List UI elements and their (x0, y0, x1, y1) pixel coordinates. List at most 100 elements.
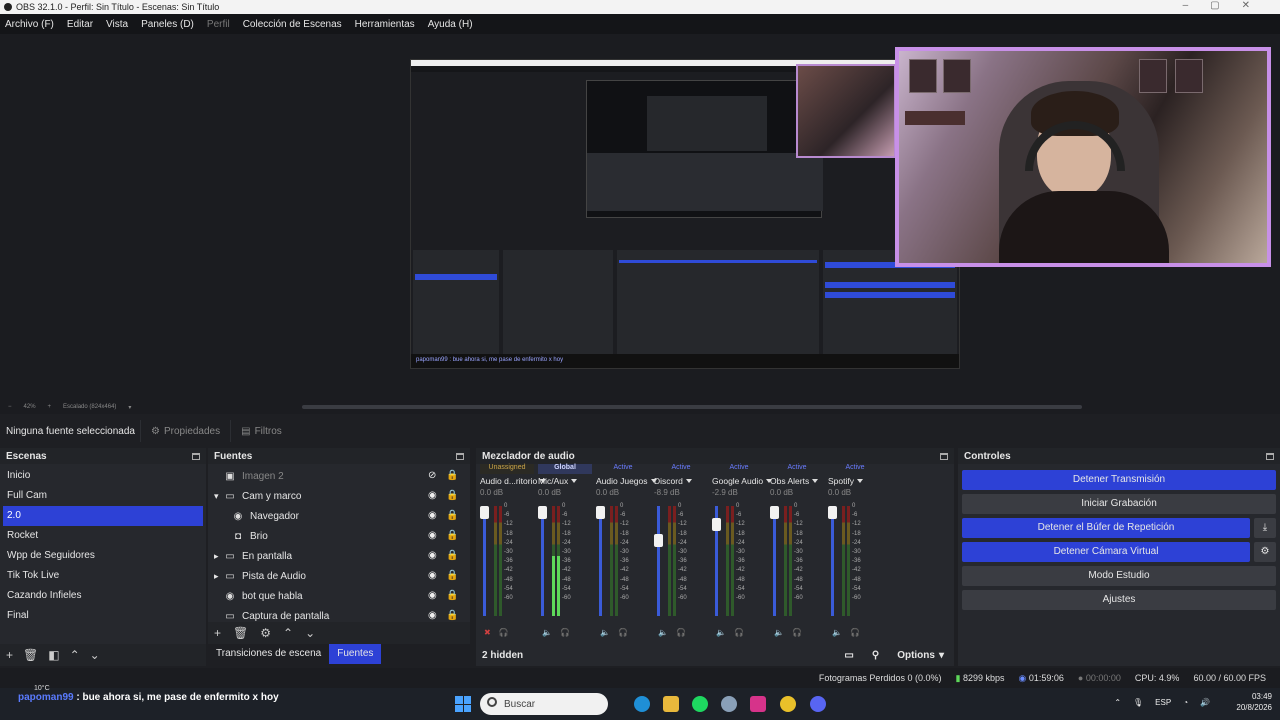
preview-scrollbar[interactable] (302, 405, 1082, 409)
scene-item[interactable]: Full Cam (0, 486, 206, 506)
expand-icon[interactable]: ▸ (214, 551, 224, 562)
start-recording-button[interactable]: Iniciar Grabación (962, 494, 1276, 514)
scene-item[interactable]: Inicio (0, 466, 206, 486)
speaker-icon[interactable]: 🔈 (774, 628, 784, 637)
eye-icon[interactable]: ◉ (428, 570, 437, 581)
properties-button[interactable]: ⚙ Propiedades (140, 420, 230, 442)
scene-item[interactable]: Cazando Infieles (0, 586, 206, 606)
eye-icon[interactable]: ◉ (428, 490, 437, 501)
channel-name-dropdown[interactable]: Mic/Aux (538, 474, 592, 488)
volume-fader[interactable] (770, 506, 779, 616)
lock-icon[interactable]: 🔒 (446, 550, 458, 561)
undock-icon[interactable] (456, 452, 464, 460)
source-item[interactable]: ▸ ▭ En pantalla ◉ 🔒 (208, 546, 470, 566)
edge-icon[interactable] (634, 696, 650, 712)
explorer-icon[interactable] (663, 696, 679, 712)
menu-editar[interactable]: Editar (67, 19, 93, 30)
headphones-icon[interactable]: 🎧 (850, 628, 860, 637)
speaker-icon[interactable]: 🔈 (658, 628, 668, 637)
options-button[interactable]: Options (897, 650, 935, 661)
source-item[interactable]: ▣ Imagen 2 ⊘ 🔒 (208, 466, 470, 486)
volume-fader[interactable] (654, 506, 663, 616)
lock-icon[interactable]: 🔒 (446, 470, 458, 481)
fader-knob[interactable] (770, 506, 779, 519)
steam-icon[interactable] (721, 696, 737, 712)
fader-knob[interactable] (538, 506, 547, 519)
stop-streaming-button[interactable]: Detener Transmisión (962, 470, 1276, 490)
volume-icon[interactable]: 🔊 (1200, 698, 1210, 707)
weather[interactable]: 10°C (34, 685, 50, 692)
add-scene-icon[interactable]: + (6, 648, 13, 662)
spotify-icon[interactable] (692, 696, 708, 712)
taskbar-search[interactable]: Buscar (480, 693, 608, 715)
speaker-icon[interactable]: 🔈 (542, 628, 552, 637)
menu-paneles[interactable]: Paneles (D) (141, 19, 194, 30)
scene-item[interactable]: Wpp de Seguidores (0, 546, 206, 566)
source-item[interactable]: ◘ Brio ◉ 🔒 (208, 526, 470, 546)
menu-herramientas[interactable]: Herramientas (355, 19, 415, 30)
gear-icon[interactable]: ⚙ (1254, 542, 1276, 562)
menu-ayuda[interactable]: Ayuda (H) (428, 19, 473, 30)
language-indicator[interactable]: ESP (1155, 698, 1171, 707)
scene-filters-icon[interactable]: ◧ (48, 648, 59, 662)
channel-name-dropdown[interactable]: Obs Alerts (770, 474, 824, 488)
tray-expand-icon[interactable]: ⌃ (1114, 698, 1121, 707)
source-item[interactable]: ◉ Navegador ◉ 🔒 (208, 506, 470, 526)
speaker-icon[interactable]: 🔈 (832, 628, 842, 637)
channel-name-dropdown[interactable]: Audio d...ritorio (480, 474, 547, 488)
fader-knob[interactable] (654, 534, 663, 547)
scale-dropdown-icon[interactable]: ▾ (128, 404, 131, 411)
source-item[interactable]: ▾ ▭ Cam y marco ◉ 🔒 (208, 486, 470, 506)
menu-archivo[interactable]: Archivo (F) (5, 19, 54, 30)
remove-source-icon[interactable]: 🗑 (233, 626, 248, 640)
fader-knob[interactable] (596, 506, 605, 519)
expand-icon[interactable]: ▸ (214, 571, 224, 582)
source-item[interactable]: ◉ bot que habla ◉ 🔒 (208, 586, 470, 606)
hidden-count[interactable]: 2 hidden (482, 650, 523, 661)
eye-icon[interactable]: ◉ (428, 510, 437, 521)
fader-knob[interactable] (712, 518, 721, 531)
undock-icon[interactable] (1266, 452, 1274, 460)
remove-scene-icon[interactable]: 🗑 (23, 648, 38, 662)
source-item[interactable]: ▸ ▭ Pista de Audio ◉ 🔒 (208, 566, 470, 586)
menu-perfil[interactable]: Perfil (207, 19, 230, 30)
maximize-icon[interactable]: ▢ (1210, 0, 1219, 11)
scene-item-selected[interactable]: 2.0 (3, 506, 203, 526)
lock-icon[interactable]: 🔒 (446, 510, 458, 521)
clock[interactable]: 03:49 20/8/2026 (1236, 691, 1272, 713)
volume-fader[interactable] (480, 506, 489, 616)
instagram-icon[interactable] (750, 696, 766, 712)
fader-knob[interactable] (828, 506, 837, 519)
windows-start-icon[interactable] (455, 696, 471, 712)
headphones-icon[interactable]: 🎧 (792, 628, 802, 637)
lock-icon[interactable]: 🔒 (446, 570, 458, 581)
tab-sources[interactable]: Fuentes (329, 644, 382, 664)
eye-icon[interactable]: ◉ (428, 550, 437, 561)
headphones-icon[interactable]: 🎧 (676, 628, 686, 637)
zoom-in-button[interactable]: + (48, 404, 52, 410)
save-replay-icon[interactable]: ⤓ (1254, 518, 1276, 538)
fader-knob[interactable] (480, 506, 489, 519)
move-down-icon[interactable]: ⌄ (90, 648, 100, 662)
scene-item[interactable]: Final (0, 606, 206, 626)
channel-name-dropdown[interactable]: Google Audio (712, 474, 773, 488)
menu-coleccion-escenas[interactable]: Colección de Escenas (243, 19, 342, 30)
move-down-icon[interactable]: ⌄ (305, 626, 315, 640)
volume-fader[interactable] (538, 506, 547, 616)
minimize-icon[interactable]: – (1183, 0, 1189, 11)
move-up-icon[interactable]: ⌃ (70, 648, 80, 662)
headphones-icon[interactable]: 🎧 (560, 628, 570, 637)
volume-fader[interactable] (596, 506, 605, 616)
channel-name-dropdown[interactable]: Audio Juegos (596, 474, 657, 488)
scene-item[interactable]: Rocket (0, 526, 206, 546)
speaker-icon[interactable]: 🔈 (600, 628, 610, 637)
move-up-icon[interactable]: ⌃ (283, 626, 293, 640)
add-source-icon[interactable]: + (214, 626, 221, 640)
menu-vista[interactable]: Vista (106, 19, 128, 30)
undock-icon[interactable] (192, 452, 200, 460)
headphones-icon[interactable]: 🎧 (734, 628, 744, 637)
headphones-icon[interactable]: 🎧 (618, 628, 628, 637)
source-settings-icon[interactable]: ⚙ (260, 626, 271, 640)
preview-canvas[interactable]: papoman99 : bue ahora si, me pase de enf… (0, 34, 1280, 400)
lock-icon[interactable]: 🔒 (446, 590, 458, 601)
